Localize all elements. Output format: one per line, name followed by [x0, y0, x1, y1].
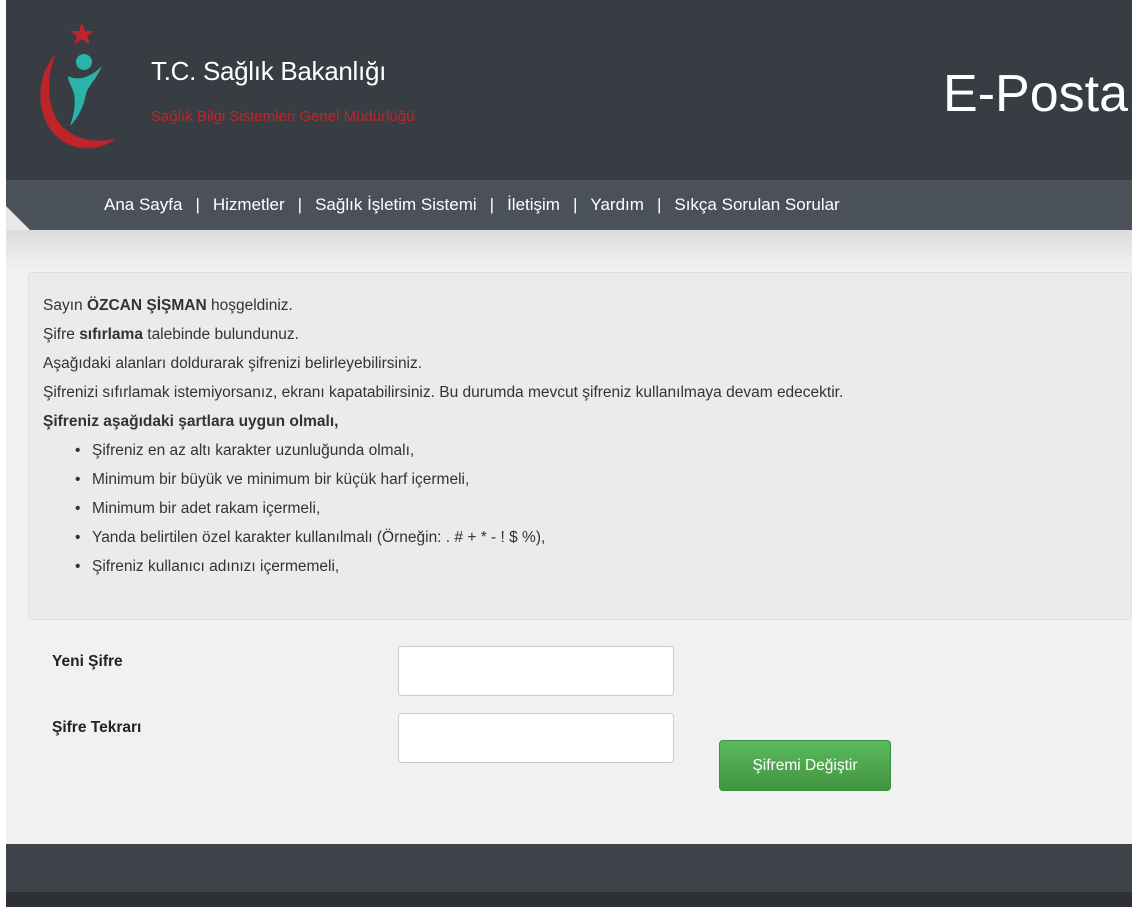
nav-item-sss[interactable]: Sıkça Sorulan Sorular: [674, 195, 839, 215]
rule-item: Minimum bir büyük ve minimum bir küçük h…: [75, 465, 1131, 494]
new-password-label: Yeni Şifre: [52, 653, 123, 670]
rule-item: Şifreniz en az altı karakter uzunluğunda…: [75, 436, 1131, 465]
nav-items: Ana Sayfa | Hizmetler | Sağlık İşletim S…: [104, 195, 840, 215]
rule-item: Şifreniz kullanıcı adınızı içermemeli,: [75, 552, 1131, 581]
rule-item: Yanda belirtilen özel karakter kullanılm…: [75, 523, 1131, 552]
nav-separator: |: [656, 195, 662, 214]
nav-item-iletisim[interactable]: İletişim: [507, 195, 560, 215]
nav-separator: |: [297, 195, 303, 214]
nav-separator: |: [195, 195, 200, 214]
footer-bottom: [6, 892, 1132, 907]
rule-item: Minimum bir adet rakam içermeli,: [75, 494, 1131, 523]
new-password-input[interactable]: [398, 646, 674, 696]
nav-separator: |: [572, 195, 578, 214]
info-box: Sayın ÖZCAN ŞİŞMAN hoşgeldiniz. Şifre sı…: [28, 272, 1132, 620]
nav-item-hizmetler[interactable]: Hizmetler: [213, 195, 285, 215]
welcome-text: Sayın ÖZCAN ŞİŞMAN hoşgeldiniz.: [43, 297, 293, 314]
user-name: ÖZCAN ŞİŞMAN: [86, 297, 207, 314]
repeat-password-input[interactable]: [398, 713, 674, 763]
footer-bar: [6, 844, 1132, 892]
cancel-info-text: Şifrenizi sıfırlamak istemiyorsanız, ekr…: [43, 384, 844, 401]
change-password-button[interactable]: Şifremi Değiştir: [719, 740, 891, 791]
org-name: T.C. Sağlık Bakanlığı: [151, 56, 387, 86]
nav-item-saglik-isletim-sistemi[interactable]: Sağlık İşletim Sistemi: [315, 195, 477, 215]
nav-separator: |: [489, 195, 495, 214]
repeat-password-label: Şifre Tekrarı: [52, 719, 142, 736]
content-shade: [6, 230, 1132, 270]
main-nav: Ana Sayfa | Hizmetler | Sağlık İşletim S…: [6, 180, 1132, 230]
reset-request-text: Şifre sıfırlama talebinde bulundunuz.: [43, 326, 299, 343]
app-title: E-Posta: [943, 65, 1128, 123]
site-header: T.C. Sağlık Bakanlığı Sağlık Bilgi Siste…: [6, 0, 1132, 180]
rules-list: Şifreniz en az altı karakter uzunluğunda…: [43, 436, 1131, 581]
page: T.C. Sağlık Bakanlığı Sağlık Bilgi Siste…: [6, 0, 1132, 907]
nav-item-yardim[interactable]: Yardım: [590, 195, 644, 215]
nav-item-ana-sayfa[interactable]: Ana Sayfa: [104, 195, 182, 215]
ministry-logo-icon: [40, 22, 116, 149]
rules-title: Şifreniz aşağıdaki şartlara uygun olmalı…: [43, 413, 339, 430]
org-subtitle: Sağlık Bilgi Sistemleri Genel Müdürlüğü: [151, 108, 415, 125]
instruction-text: Aşağıdaki alanları doldurarak şifrenizi …: [43, 355, 423, 372]
